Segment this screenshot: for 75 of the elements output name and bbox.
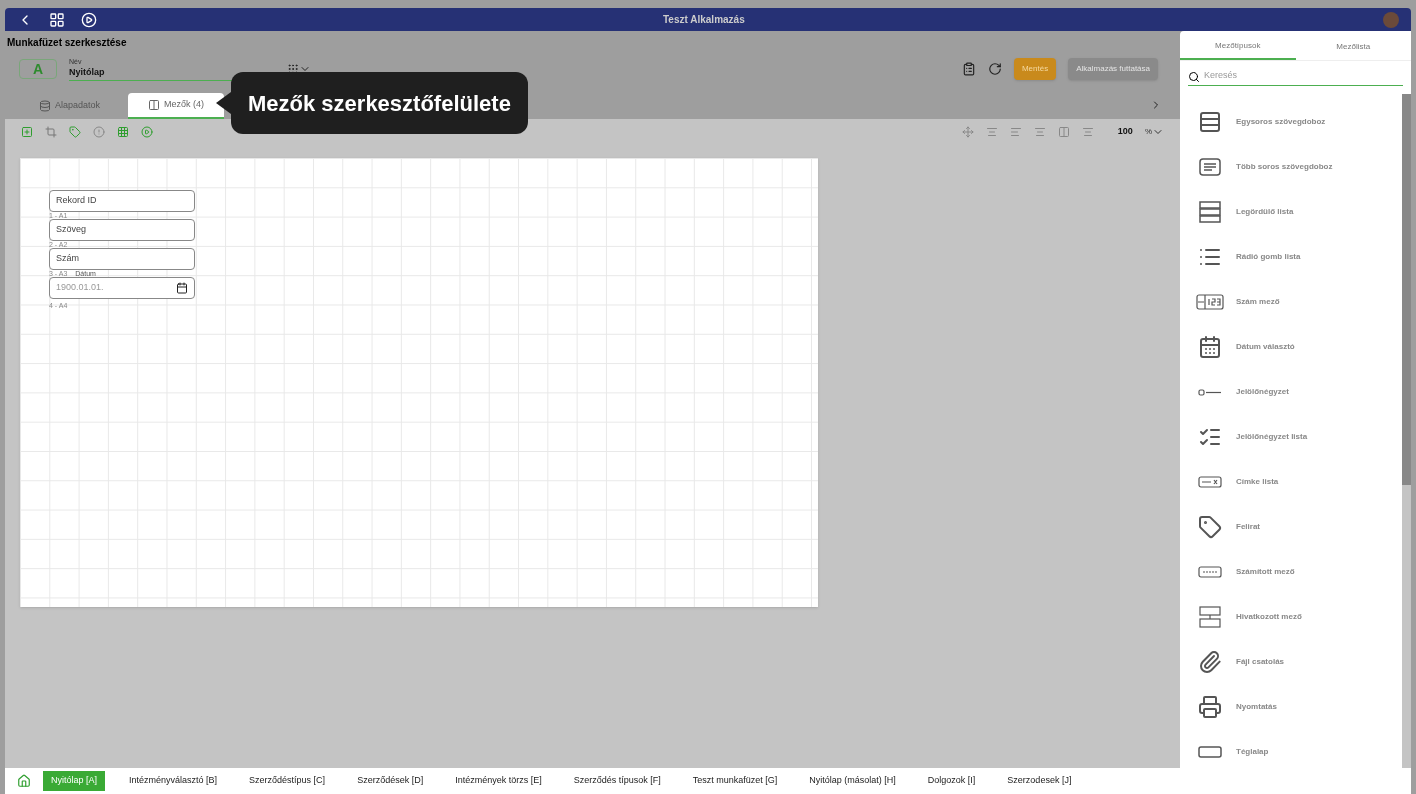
align-icon[interactable] [985, 125, 998, 138]
input-field[interactable]: Szám [49, 247, 195, 270]
field-type-item[interactable]: Jelölőnégyzet lista [1196, 414, 1402, 460]
field-type-item[interactable]: Felirat [1196, 504, 1402, 550]
sheet-tab[interactable]: Szerződések [D] [349, 771, 432, 791]
paperclip-icon [1198, 650, 1222, 674]
calendar-icon[interactable] [176, 281, 188, 294]
tag-field-icon [1198, 474, 1222, 490]
move-icon[interactable] [961, 125, 974, 138]
dropdown-list-icon [1198, 200, 1222, 224]
page-title: Munkafüzet szerkesztése [7, 36, 128, 50]
home-icon[interactable] [17, 774, 31, 788]
badge: A [19, 59, 57, 80]
tab[interactable]: Mezők (4) [128, 92, 225, 119]
checkbox-line-icon [1198, 388, 1222, 396]
field-type-item[interactable]: Jelölőnégyzet [1196, 369, 1402, 415]
sheet-tab[interactable]: Nyitólap [A] [43, 771, 106, 791]
avatar[interactable] [1383, 11, 1399, 28]
field-type-item[interactable]: Számított mező [1196, 549, 1402, 595]
zoom-value: 100 [1117, 124, 1133, 138]
sheet-tab[interactable]: Teszt munkafüzet [G] [684, 771, 786, 791]
field-type-item[interactable]: Több soros szövegdoboz [1196, 144, 1402, 190]
window-title: Teszt Alkalmazás [663, 13, 745, 27]
tag-icon [1198, 515, 1222, 539]
alert-icon[interactable] [93, 125, 105, 138]
add-icon[interactable] [21, 125, 33, 138]
refresh-icon[interactable] [987, 62, 1002, 77]
text-lines-icon [1198, 110, 1222, 134]
play-icon[interactable] [81, 11, 97, 28]
panel-tab[interactable]: Mezőlista [1295, 33, 1411, 60]
align-middle-icon[interactable] [1081, 125, 1094, 138]
align-top-icon[interactable] [1033, 125, 1046, 138]
sheet-tab[interactable]: Dolgozok [I] [919, 771, 984, 791]
tooltip: Mezők szerkesztőfelülete [231, 72, 528, 134]
sheet-tab[interactable]: Nyitólap (másolat) [H] [801, 771, 904, 791]
sheet-tab[interactable]: Szerződéstípus [C] [241, 771, 334, 791]
panel-tab[interactable]: Mezőtípusok [1180, 33, 1296, 60]
columns-icon [148, 98, 161, 111]
database-icon [39, 99, 51, 112]
align-left-icon[interactable] [1009, 125, 1022, 138]
zoom-unit-dropdown[interactable]: % [1144, 125, 1164, 138]
field-type-item[interactable]: Dátum választó [1196, 324, 1402, 370]
sheet-tab[interactable]: Intézményválasztó [B] [121, 771, 226, 791]
search-icon [1188, 70, 1200, 83]
field-type-item[interactable]: Szám mező [1196, 279, 1402, 325]
sheet-tab[interactable]: Szerződés típusok [F] [565, 771, 669, 791]
field-type-item[interactable]: Legördülő lista [1196, 189, 1402, 235]
field-type-item[interactable]: Hivatkozott mező [1196, 594, 1402, 640]
field-type-item[interactable]: Nyomtatás [1196, 684, 1402, 730]
input-field[interactable]: Szöveg [49, 218, 195, 241]
search-field[interactable]: Keresés [1204, 69, 1403, 83]
calendar-icon [1198, 335, 1222, 359]
field-type-item[interactable]: Fájl csatolás [1196, 639, 1402, 685]
field-type-item[interactable]: Címke lista [1196, 459, 1402, 505]
field-type-item[interactable]: Egysoros szövegdoboz [1196, 99, 1402, 145]
printer-icon [1198, 695, 1222, 719]
sheet-tab[interactable]: Szerzodesek [J] [999, 771, 1080, 791]
input-field[interactable]: Rekord ID [49, 189, 195, 212]
input-field[interactable]: 1900.01.01. [49, 276, 195, 299]
distribute-icon[interactable] [1057, 125, 1070, 138]
sheet-tab[interactable]: Intézmények törzs [E] [447, 771, 550, 791]
crop-icon[interactable] [45, 125, 57, 138]
field-type-item[interactable]: Rádió gomb lista [1196, 234, 1402, 280]
reference-field-icon [1198, 605, 1222, 629]
tag-icon[interactable] [69, 125, 81, 138]
formula-field-icon [1198, 564, 1222, 580]
number-field-icon [1196, 294, 1224, 310]
grid-icon[interactable] [49, 11, 65, 28]
clipboard-icon[interactable] [961, 62, 976, 77]
rectangle-icon [1198, 746, 1222, 758]
textarea-icon [1198, 155, 1222, 179]
field-type-item[interactable]: Téglalap [1196, 729, 1402, 775]
date-input[interactable]: 1900.01.01. [56, 280, 176, 295]
tab[interactable]: Alapadatok [19, 92, 121, 119]
save-button[interactable]: Mentés [1013, 58, 1057, 81]
